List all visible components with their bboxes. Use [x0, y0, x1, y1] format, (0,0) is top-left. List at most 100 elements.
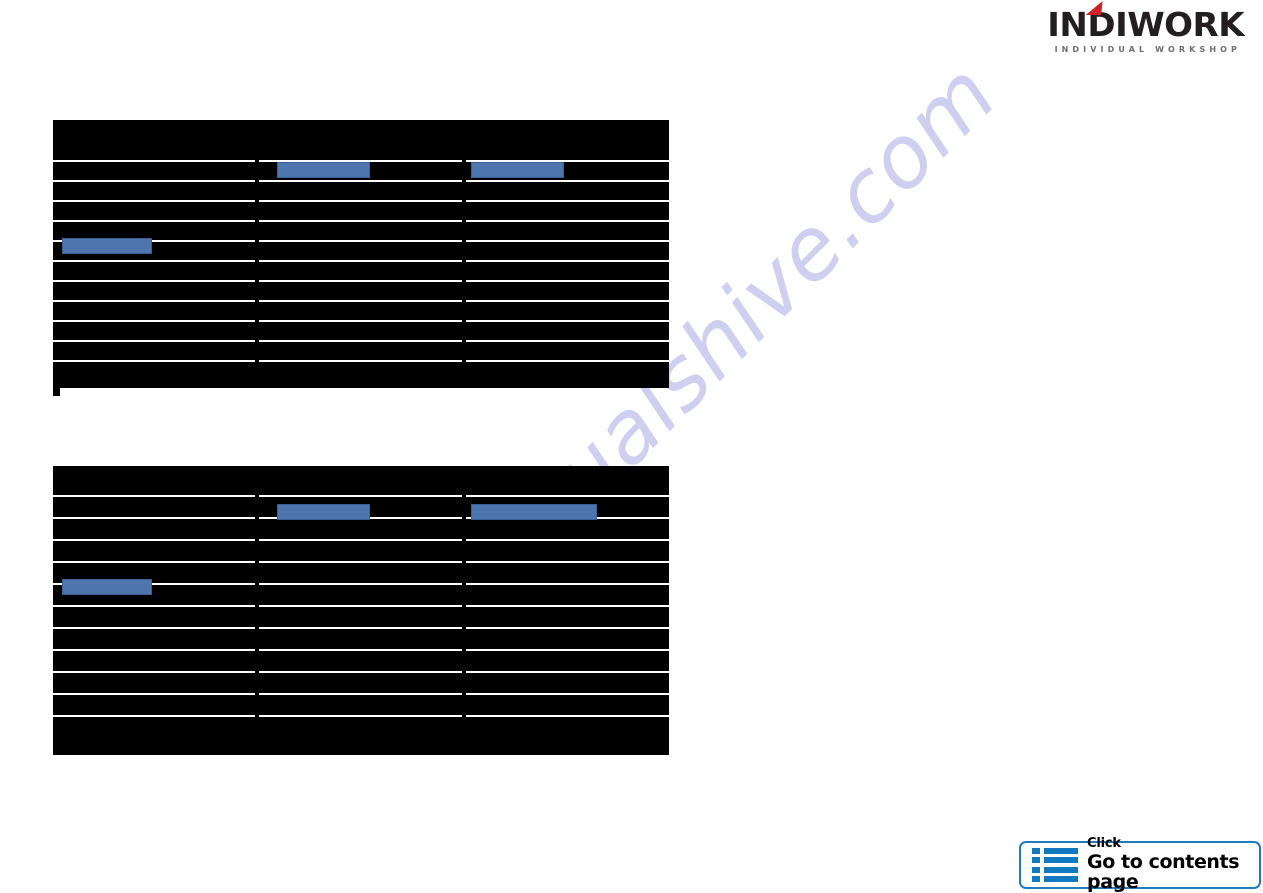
rule-segment: [259, 539, 462, 541]
rule-segment: [259, 200, 462, 202]
rule-segment: [259, 360, 462, 362]
rule-segment: [259, 649, 462, 651]
table-row-rule: [53, 605, 669, 607]
rule-segment: [259, 240, 462, 242]
rule-segment: [259, 693, 462, 695]
table-row-rule: [53, 200, 669, 202]
list-icon-dot: [1032, 848, 1040, 854]
highlight-col2-row1[interactable]: [277, 504, 370, 520]
rule-segment: [53, 715, 256, 717]
list-icon-bar: [1044, 848, 1078, 854]
list-icon-dot: [1032, 875, 1040, 882]
rule-segment: [259, 340, 462, 342]
rule-segment: [465, 649, 669, 651]
list-icon-row: [1032, 875, 1078, 882]
rule-segment: [465, 583, 669, 585]
rule-segment: [53, 517, 256, 519]
highlight-col1-row5[interactable]: [62, 579, 152, 595]
table-row-rule: [53, 220, 669, 222]
rule-segment: [259, 715, 462, 717]
logo-wordmark: INDIWORK: [1047, 1, 1245, 44]
rule-segment: [465, 627, 669, 629]
list-icon-row: [1032, 866, 1078, 873]
highlight-col3-row1[interactable]: [471, 504, 597, 520]
rule-segment: [465, 715, 669, 717]
rule-segment: [259, 561, 462, 563]
table-row-rule: [53, 360, 669, 362]
rule-segment: [259, 627, 462, 629]
table-row-rule: [53, 320, 669, 322]
rule-segment: [465, 240, 669, 242]
rule-segment: [465, 561, 669, 563]
rule-segment: [465, 539, 669, 541]
list-icon: [1032, 848, 1078, 882]
highlight-col2-row1[interactable]: [277, 162, 370, 178]
rule-segment: [53, 200, 256, 202]
rule-segment: [465, 360, 669, 362]
go-to-contents-button[interactable]: Click Go to contents page: [1019, 837, 1261, 892]
rule-segment: [53, 320, 256, 322]
rule-segment: [53, 360, 256, 362]
go-to-contents-label: Go to contents page: [1087, 850, 1240, 893]
red-triangle-flag-icon: [1085, 1, 1103, 15]
highlight-col3-row1[interactable]: [471, 162, 564, 178]
click-label: Click: [1087, 836, 1121, 852]
list-icon-row: [1032, 848, 1078, 854]
rule-segment: [53, 495, 256, 497]
list-icon-dot: [1032, 857, 1040, 864]
table-row-rule: [53, 260, 669, 262]
rule-segment: [53, 280, 256, 282]
highlight-col1-row5[interactable]: [62, 238, 152, 254]
table-row-rule: [53, 693, 669, 695]
table-corner-tab: [53, 388, 60, 396]
rule-segment: [465, 260, 669, 262]
rule-segment: [53, 605, 256, 607]
logo-subtitle: INDIVIDUAL WORKSHOP: [1054, 45, 1241, 54]
rule-segment: [259, 583, 462, 585]
logo-wordmark-text: INDIWORK: [1047, 5, 1245, 44]
table-row-rule: [53, 649, 669, 651]
specification-table-upper: [53, 120, 669, 396]
rule-segment: [53, 160, 256, 162]
table-row-rule: [53, 180, 669, 182]
rule-segment: [259, 320, 462, 322]
table-row-rule: [53, 340, 669, 342]
rule-segment: [465, 300, 669, 302]
rule-segment: [259, 605, 462, 607]
list-icon-bar: [1044, 857, 1078, 864]
rule-segment: [465, 671, 669, 673]
rule-segment: [465, 605, 669, 607]
table-row-rule: [53, 671, 669, 673]
table-row-rule: [53, 627, 669, 629]
rule-segment: [465, 320, 669, 322]
rule-segment: [53, 340, 256, 342]
table-row-rule: [53, 300, 669, 302]
rule-segment: [465, 220, 669, 222]
rule-segment: [465, 495, 669, 497]
list-icon-bar: [1044, 875, 1078, 882]
rule-segment: [53, 693, 256, 695]
rule-segment: [465, 340, 669, 342]
rule-segment: [465, 200, 669, 202]
rule-segment: [465, 180, 669, 182]
rule-segment: [53, 649, 256, 651]
rule-segment: [53, 220, 256, 222]
rule-segment: [53, 300, 256, 302]
table-row-rule: [53, 715, 669, 717]
rule-segment: [53, 539, 256, 541]
table-row-rule: [53, 561, 669, 563]
list-icon-row: [1032, 857, 1078, 864]
rule-segment: [465, 280, 669, 282]
rule-segment: [465, 693, 669, 695]
specification-table-lower: [53, 466, 669, 755]
rule-segment: [53, 671, 256, 673]
rule-segment: [259, 260, 462, 262]
list-icon-dot: [1032, 866, 1040, 873]
rule-segment: [259, 180, 462, 182]
table-row-rule: [53, 495, 669, 497]
rule-segment: [259, 280, 462, 282]
page-root: manualshive.com INDIWORK INDIVIDUAL WORK…: [0, 0, 1263, 893]
go-to-contents-label-group: Click Go to contents page: [1087, 837, 1259, 893]
rule-segment: [53, 180, 256, 182]
rule-segment: [53, 561, 256, 563]
